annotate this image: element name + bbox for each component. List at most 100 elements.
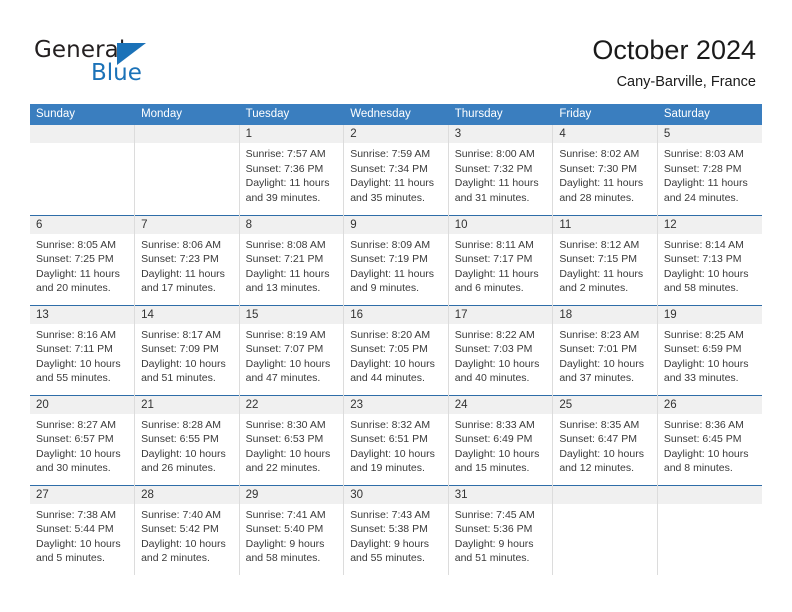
calendar-day-cell[interactable]: 19 Sunrise: 8:25 AM Sunset: 6:59 PM Dayligh… (657, 304, 762, 395)
daylight-text-line2: and 33 minutes. (663, 372, 739, 385)
calendar-body: 1 Sunrise: 7:57 AM Sunset: 7:36 PM Daylight… (30, 125, 762, 575)
day-number: 5 (657, 125, 762, 143)
day-details: Sunrise: 8:05 AM Sunset: 7:25 PM Daylight:… (30, 234, 134, 296)
calendar-day-cell[interactable]: 14 Sunrise: 8:17 AM Sunset: 7:09 PM Dayligh… (134, 304, 240, 395)
sunset-text: Sunset: 5:40 PM (245, 523, 324, 536)
calendar-day-cell[interactable]: 8 Sunrise: 8:08 AM Sunset: 7:21 PM Daylight… (239, 214, 345, 305)
daylight-text-line2: and 9 minutes. (350, 282, 420, 295)
day-number: 14 (135, 305, 239, 324)
sunrise-text: Sunrise: 7:43 AM (350, 508, 431, 521)
daylight-text-line2: and 12 minutes. (559, 462, 635, 475)
day-details: Sunrise: 7:40 AM Sunset: 5:42 PM Daylight:… (135, 504, 239, 566)
page-subtitle: Cany-Barville, France (616, 74, 756, 90)
day-number: 17 (448, 305, 553, 324)
daylight-text-line1: Daylight: 11 hours (663, 177, 748, 190)
sunrise-text: Sunrise: 7:41 AM (245, 508, 326, 521)
calendar-day-cell[interactable]: 18 Sunrise: 8:23 AM Sunset: 7:01 PM Dayligh… (552, 304, 658, 395)
day-number: 7 (135, 215, 239, 234)
calendar-week-row: 1 Sunrise: 7:57 AM Sunset: 7:36 PM Daylight… (30, 125, 762, 215)
sunset-text: Sunset: 7:07 PM (245, 343, 324, 356)
day-number: 21 (135, 395, 239, 414)
sunset-text: Sunset: 5:36 PM (454, 523, 533, 536)
day-number: 24 (448, 395, 553, 414)
weekday-header-wednesday: Wednesday (343, 104, 449, 125)
calendar-day-cell[interactable]: 23 Sunrise: 8:32 AM Sunset: 6:51 PM Dayligh… (343, 394, 449, 485)
page-header: General Blue October 2024 Cany-Barville,… (0, 0, 792, 104)
calendar-page: General Blue October 2024 Cany-Barville,… (0, 0, 792, 612)
calendar-day-cell[interactable]: 28 Sunrise: 7:40 AM Sunset: 5:42 PM Dayligh… (134, 484, 240, 575)
day-details: Sunrise: 8:19 AM Sunset: 7:07 PM Daylight:… (240, 324, 344, 386)
sunset-text: Sunset: 6:45 PM (663, 433, 742, 446)
daylight-text-line1: Daylight: 11 hours (141, 267, 225, 280)
daylight-text-line1: Daylight: 10 hours (36, 537, 121, 550)
sunset-text: Sunset: 6:51 PM (350, 433, 428, 446)
day-number: 31 (448, 485, 553, 504)
sunset-text: Sunset: 7:36 PM (245, 162, 324, 175)
page-title: October 2024 (592, 35, 756, 65)
daylight-text-line2: and 20 minutes. (36, 282, 111, 295)
calendar-day-cell[interactable]: 26 Sunrise: 8:36 AM Sunset: 6:45 PM Dayligh… (657, 394, 762, 485)
sunrise-text: Sunrise: 7:59 AM (350, 148, 431, 160)
day-number: 8 (239, 215, 344, 234)
sunrise-text: Sunrise: 8:06 AM (141, 238, 222, 251)
calendar-day-cell[interactable]: 1 Sunrise: 7:57 AM Sunset: 7:36 PM Daylight… (239, 125, 345, 215)
sunset-text: Sunset: 7:32 PM (454, 162, 533, 175)
sunset-text: Sunset: 7:30 PM (559, 162, 637, 175)
calendar-day-cell[interactable]: 17 Sunrise: 8:22 AM Sunset: 7:03 PM Dayligh… (448, 304, 554, 395)
sunrise-text: Sunrise: 7:40 AM (141, 508, 222, 521)
daylight-text-line1: Daylight: 11 hours (245, 267, 330, 280)
calendar-day-cell[interactable]: 4 Sunrise: 8:02 AM Sunset: 7:30 PM Daylight… (552, 125, 658, 215)
calendar-day-cell[interactable]: 24 Sunrise: 8:33 AM Sunset: 6:49 PM Dayligh… (448, 394, 554, 485)
sunrise-text: Sunrise: 7:38 AM (36, 508, 116, 521)
calendar-day-cell[interactable]: 29 Sunrise: 7:41 AM Sunset: 5:40 PM Dayligh… (239, 484, 345, 575)
daylight-text-line2: and 17 minutes. (141, 282, 216, 295)
calendar-day-cell[interactable]: 25 Sunrise: 8:35 AM Sunset: 6:47 PM Dayligh… (552, 394, 658, 485)
calendar-day-cell[interactable]: 7 Sunrise: 8:06 AM Sunset: 7:23 PM Daylight… (134, 214, 240, 305)
calendar-day-cell[interactable]: 30 Sunrise: 7:43 AM Sunset: 5:38 PM Dayligh… (343, 484, 449, 575)
day-number (553, 485, 657, 504)
calendar-day-cell[interactable]: 6 Sunrise: 8:05 AM Sunset: 7:25 PM Daylight… (30, 214, 136, 305)
calendar-day-cell[interactable]: 12 Sunrise: 8:14 AM Sunset: 7:13 PM Dayligh… (657, 214, 762, 305)
sunset-text: Sunset: 7:28 PM (663, 162, 742, 175)
general-blue-logo[interactable]: General Blue (34, 37, 254, 93)
calendar-day-cell[interactable]: 22 Sunrise: 8:30 AM Sunset: 6:53 PM Dayligh… (239, 394, 345, 485)
daylight-text-line1: Daylight: 11 hours (454, 267, 539, 280)
day-details: Sunrise: 8:30 AM Sunset: 6:53 PM Daylight:… (240, 414, 344, 476)
calendar-day-cell[interactable]: 5 Sunrise: 8:03 AM Sunset: 7:28 PM Daylight… (657, 125, 762, 215)
calendar-day-cell[interactable]: 10 Sunrise: 8:11 AM Sunset: 7:17 PM Dayligh… (448, 214, 554, 305)
daylight-text-line2: and 6 minutes. (454, 282, 524, 295)
calendar-day-cell[interactable]: 2 Sunrise: 7:59 AM Sunset: 7:34 PM Daylight… (343, 125, 449, 215)
weekday-header-sunday: Sunday (30, 104, 136, 125)
calendar-day-cell[interactable]: 11 Sunrise: 8:12 AM Sunset: 7:15 PM Dayligh… (552, 214, 658, 305)
day-details: Sunrise: 7:45 AM Sunset: 5:36 PM Daylight:… (449, 504, 553, 566)
calendar-day-cell[interactable]: 13 Sunrise: 8:16 AM Sunset: 7:11 PM Dayligh… (30, 304, 136, 395)
day-details: Sunrise: 8:11 AM Sunset: 7:17 PM Daylight:… (449, 234, 553, 296)
sunrise-text: Sunrise: 8:11 AM (454, 238, 534, 251)
calendar-day-cell[interactable]: 21 Sunrise: 8:28 AM Sunset: 6:55 PM Dayligh… (134, 394, 240, 485)
daylight-text-line1: Daylight: 10 hours (36, 447, 121, 460)
day-number: 16 (344, 305, 448, 324)
day-number: 29 (239, 485, 344, 504)
calendar-day-cell[interactable]: 9 Sunrise: 8:09 AM Sunset: 7:19 PM Daylight… (343, 214, 449, 305)
daylight-text-line2: and 31 minutes. (454, 191, 530, 204)
calendar-day-cell-empty (30, 125, 136, 215)
calendar-day-cell[interactable]: 16 Sunrise: 8:20 AM Sunset: 7:05 PM Dayligh… (343, 304, 449, 395)
daylight-text-line2: and 58 minutes. (245, 552, 321, 565)
sunset-text: Sunset: 6:59 PM (663, 343, 742, 356)
sunset-text: Sunset: 5:44 PM (36, 523, 114, 536)
sunset-text: Sunset: 6:55 PM (141, 433, 219, 446)
sunset-text: Sunset: 7:23 PM (141, 253, 219, 266)
day-details: Sunrise: 8:17 AM Sunset: 7:09 PM Daylight:… (135, 324, 239, 386)
daylight-text-line1: Daylight: 11 hours (350, 177, 435, 190)
sunrise-text: Sunrise: 8:00 AM (454, 148, 535, 160)
calendar-day-cell[interactable]: 15 Sunrise: 8:19 AM Sunset: 7:07 PM Dayligh… (239, 304, 345, 395)
sunrise-text: Sunrise: 8:25 AM (663, 328, 744, 341)
calendar-day-cell[interactable]: 3 Sunrise: 8:00 AM Sunset: 7:32 PM Daylight… (448, 125, 554, 215)
day-details: Sunrise: 8:36 AM Sunset: 6:45 PM Daylight:… (658, 414, 762, 476)
calendar-day-cell[interactable]: 27 Sunrise: 7:38 AM Sunset: 5:44 PM Dayligh… (30, 484, 136, 575)
daylight-text-line1: Daylight: 11 hours (454, 177, 539, 190)
calendar-day-cell[interactable]: 20 Sunrise: 8:27 AM Sunset: 6:57 PM Dayligh… (30, 394, 136, 485)
day-details: Sunrise: 8:14 AM Sunset: 7:13 PM Daylight:… (658, 234, 762, 296)
calendar-day-cell[interactable]: 31 Sunrise: 7:45 AM Sunset: 5:36 PM Dayligh… (448, 484, 554, 575)
daylight-text-line1: Daylight: 9 hours (350, 537, 429, 550)
